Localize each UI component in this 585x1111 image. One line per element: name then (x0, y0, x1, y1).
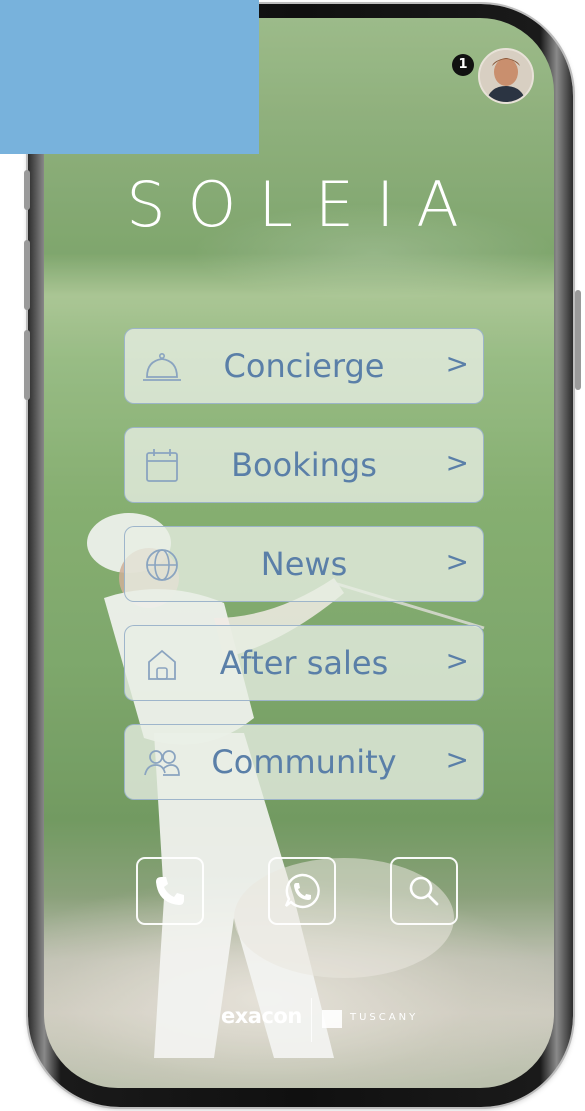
power-button (575, 290, 581, 390)
chevron-right-icon: > (445, 347, 469, 380)
menu-label: Community (211, 743, 397, 781)
notification-badge[interactable]: 1 (452, 54, 474, 76)
whatsapp-icon (284, 873, 320, 909)
chevron-right-icon: > (445, 644, 469, 677)
call-button[interactable] (136, 857, 204, 925)
volume-down-button (24, 330, 30, 400)
chevron-right-icon: > (445, 446, 469, 479)
menu-button-news[interactable]: News > (124, 526, 484, 602)
user-avatar[interactable] (478, 48, 534, 104)
chevron-right-icon: > (445, 743, 469, 776)
search-icon (409, 876, 439, 906)
avatar-icon (480, 50, 532, 102)
menu-label: After sales (219, 644, 389, 682)
menu-label: News (260, 545, 348, 583)
menu-button-community[interactable]: Community > (124, 724, 484, 800)
search-button[interactable] (390, 857, 458, 925)
menu-label: Concierge (223, 347, 385, 385)
soleia-logo: SOLEIA (126, 168, 481, 241)
footer-divider (311, 998, 312, 1042)
exacon-logo: exacon (221, 1004, 302, 1028)
chevron-right-icon: > (445, 545, 469, 578)
tuscany-logo: TUSCANY (350, 1012, 419, 1023)
menu-button-after-sales[interactable]: After sales > (124, 625, 484, 701)
tuscany-logo-mark (322, 1010, 342, 1028)
volume-up-button (24, 240, 30, 310)
menu-button-concierge[interactable]: Concierge > (124, 328, 484, 404)
menu-button-bookings[interactable]: Bookings > (124, 427, 484, 503)
menu-label: Bookings (231, 446, 377, 484)
phone-icon (156, 877, 184, 905)
overlay-block (0, 0, 259, 154)
whatsapp-button[interactable] (268, 857, 336, 925)
